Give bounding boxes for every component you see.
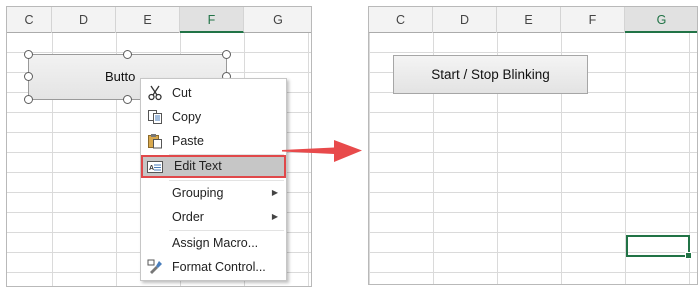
paste-icon <box>147 133 163 149</box>
resize-handle-top-left[interactable] <box>24 50 33 59</box>
column-header-c[interactable]: C <box>7 7 52 33</box>
start-stop-blinking-button[interactable]: Start / Stop Blinking <box>393 55 588 94</box>
column-header-g[interactable]: G <box>625 7 697 33</box>
menu-item-label: Paste <box>172 134 204 148</box>
arrow-right-icon <box>282 140 362 162</box>
menu-item-assign-macro[interactable]: Assign Macro... <box>141 231 286 255</box>
menu-item-label: Grouping <box>172 186 224 200</box>
menu-item-format-control[interactable]: Format Control... <box>141 255 286 279</box>
column-header-e[interactable]: E <box>116 7 180 33</box>
context-menu: Cut Copy Paste A Edit Text Grouping ▶ Or… <box>140 78 287 281</box>
menu-item-cut[interactable]: Cut <box>141 81 286 105</box>
resize-handle-bottom[interactable] <box>123 95 132 104</box>
menu-item-label: Cut <box>172 86 192 100</box>
column-header-f[interactable]: F <box>561 7 625 33</box>
menu-item-order[interactable]: Order ▶ <box>141 205 286 229</box>
menu-item-label: Format Control... <box>172 260 266 274</box>
menu-item-grouping[interactable]: Grouping ▶ <box>141 181 286 205</box>
column-header-d[interactable]: D <box>52 7 116 33</box>
column-header-c[interactable]: C <box>369 7 433 33</box>
menu-item-label: Assign Macro... <box>172 236 259 250</box>
column-header-e[interactable]: E <box>497 7 561 33</box>
selected-cell[interactable] <box>626 235 692 259</box>
edit-text-icon: A <box>147 159 163 175</box>
resize-handle-top-right[interactable] <box>222 50 231 59</box>
menu-item-label: Order <box>172 210 204 224</box>
column-header-row: C D E F G <box>7 7 311 33</box>
left-sheet-panel: C D E F G Butto Cut Copy Paste A Edit Te… <box>6 6 312 287</box>
submenu-arrow-icon: ▶ <box>271 212 278 221</box>
menu-item-copy[interactable]: Copy <box>141 105 286 129</box>
scissors-icon <box>147 85 163 101</box>
menu-item-edit-text[interactable]: A Edit Text <box>141 155 286 178</box>
column-header-d[interactable]: D <box>433 7 497 33</box>
svg-text:A: A <box>149 165 154 172</box>
format-control-icon <box>147 259 163 275</box>
submenu-arrow-icon: ▶ <box>271 188 278 197</box>
resize-handle-top[interactable] <box>123 50 132 59</box>
column-header-row: C D E F G <box>369 7 697 33</box>
copy-icon <box>147 109 163 125</box>
column-header-g[interactable]: G <box>244 7 311 33</box>
resize-handle-left[interactable] <box>24 72 33 81</box>
right-sheet-panel: C D E F G Start / Stop Blinking <box>368 6 698 285</box>
menu-item-paste[interactable]: Paste <box>141 129 286 153</box>
menu-item-label: Edit Text <box>174 159 222 173</box>
menu-item-label: Copy <box>172 110 202 124</box>
resize-handle-bottom-left[interactable] <box>24 95 33 104</box>
column-header-f[interactable]: F <box>180 7 244 33</box>
